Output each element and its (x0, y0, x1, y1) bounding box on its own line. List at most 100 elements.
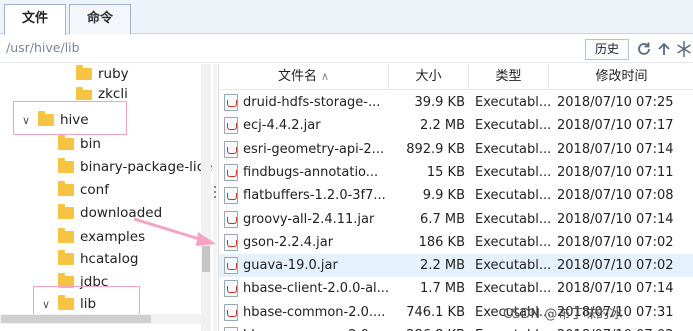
column-header-modified[interactable]: 修改时间 (549, 64, 693, 90)
column-header-label: 类型 (495, 69, 522, 84)
table-row[interactable]: gson-2.2.4.jar 186 KB Executabl... 2018/07/… (219, 231, 693, 254)
file-modified-cell: 2018/07/10 07:25 (557, 95, 674, 110)
scrollbar-thumb[interactable] (1, 315, 151, 323)
folder-icon (58, 181, 74, 196)
tree-horizontal-scrollbar[interactable] (0, 314, 201, 324)
file-name-cell: druid-hdfs-storage-... (243, 95, 381, 110)
scrollbar-thumb[interactable] (202, 246, 210, 272)
file-size-cell: 6.7 MB (420, 211, 465, 227)
tree-vertical-scrollbar[interactable] (201, 64, 211, 331)
jar-file-icon (224, 233, 238, 251)
file-name-cell: hbase-client-2.0.0-al... (243, 281, 389, 297)
watermark: CSDN @布丁味的冰 (503, 307, 623, 322)
jar-file-icon (224, 257, 238, 275)
file-modified-cell: 2018/07/10 07:11 (557, 164, 674, 180)
folder-icon (58, 135, 74, 150)
tab-files[interactable]: 文件 (4, 4, 66, 35)
jar-file-icon (224, 280, 238, 298)
file-type-cell: Executabl... (475, 281, 551, 297)
table-row[interactable]: druid-hdfs-storage-... 39.9 KB Executabl..… (219, 91, 693, 114)
snowflake-icon[interactable] (676, 40, 692, 58)
table-row[interactable]: findbugs-annotatio... 15 KB Executabl... 20… (219, 161, 693, 184)
column-header-label: 修改时间 (595, 69, 648, 84)
tree-item-jdbc[interactable]: jdbc (58, 271, 108, 293)
file-name-cell: hbase-common-2.0.... (243, 304, 386, 320)
folder-icon (58, 295, 74, 310)
file-name-cell: esri-geometry-api-2... (243, 141, 385, 157)
table-row[interactable]: esri-geometry-api-2... 892.9 KB Executabl.… (219, 138, 693, 161)
tab-commands[interactable]: 命令 (69, 4, 131, 34)
file-size-cell: 892.9 KB (406, 141, 465, 157)
jar-file-icon (224, 140, 238, 158)
file-modified-cell: 2018/07/10 07:17 (557, 118, 674, 134)
chevron-down-icon[interactable]: ∨ (20, 114, 32, 127)
column-header-name[interactable]: 文件名 ∧ (219, 64, 389, 90)
column-header-size[interactable]: 大小 (389, 64, 469, 90)
tree-item-binary-package-licenses[interactable]: binary-package-lice (58, 156, 212, 178)
table-row[interactable]: flatbuffers-1.2.0-3f7... 9.9 KB Executabl.… (219, 184, 693, 207)
file-size-cell: 746.1 KB (406, 304, 465, 320)
path-input[interactable]: /usr/hive/lib (6, 40, 80, 55)
file-name-cell: groovy-all-2.4.11.jar (243, 211, 375, 227)
file-modified-cell: 2018/07/10 07:14 (557, 281, 674, 297)
file-modified-cell: 2018/07/10 07:02 (557, 258, 674, 274)
file-name-cell: findbugs-annotatio... (243, 164, 379, 180)
jar-file-icon (224, 210, 238, 228)
table-row[interactable]: hbase-client-2.0.0-al... 1.7 MB Executabl.… (219, 277, 693, 300)
file-modified-cell: 2018/07/10 07:02 (557, 324, 687, 331)
folder-icon (58, 273, 74, 288)
file-type-cell: Executabl... (475, 324, 551, 331)
tree-item-label: bin (80, 136, 101, 152)
jar-file-icon (224, 117, 238, 135)
jar-file-icon (224, 163, 238, 181)
table-row[interactable]: ecj-4.4.2.jar 2.2 MB Executabl... 2018/07/1… (219, 114, 693, 137)
tree-item-label: zkcli (98, 86, 128, 100)
up-arrow-icon[interactable] (656, 41, 672, 57)
sort-ascending-icon: ∧ (320, 70, 330, 83)
table-row[interactable]: groovy-all-2.4.11.jar 6.7 MB Executabl... 2… (219, 208, 693, 231)
file-size-cell: 2.2 MB (420, 118, 465, 134)
table-row[interactable]: guava-19.0.jar 2.2 MB Executabl... 2018/07/… (219, 254, 693, 278)
chevron-down-icon[interactable]: ∨ (40, 298, 52, 311)
splitter-grip (214, 191, 216, 193)
file-name-cell: flatbuffers-1.2.0-3f7... (243, 188, 386, 204)
folder-icon (58, 228, 74, 243)
file-modified-cell: 2018/07/10 07:02 (557, 234, 674, 250)
tree-item-conf[interactable]: conf (58, 179, 109, 201)
splitter-grip (214, 186, 216, 188)
file-modified-cell: 2018/07/10 07:08 (557, 188, 674, 204)
refresh-icon[interactable] (636, 41, 652, 57)
jar-file-icon (224, 94, 238, 111)
tree-item-label: binary-package-lice (80, 159, 213, 175)
tree-item-lib[interactable]: ∨ lib (40, 293, 96, 315)
tree-item-hcatalog[interactable]: hcatalog (58, 248, 138, 270)
tree-item-ruby[interactable]: ruby (76, 64, 129, 85)
pane-splitter[interactable] (213, 64, 217, 331)
history-button[interactable]: 历史 (585, 39, 629, 60)
file-type-cell: Executabl... (475, 141, 551, 157)
jar-file-icon (224, 187, 238, 205)
tab-commands-label: 命令 (86, 11, 113, 26)
folder-icon (76, 87, 92, 100)
table-header: 文件名 ∧ 大小 类型 修改时间 (219, 64, 693, 90)
folder-icon (58, 204, 74, 219)
path-bar: /usr/hive/lib 历史 (0, 35, 693, 63)
tree-item-bin[interactable]: bin (58, 133, 101, 155)
column-header-label: 大小 (415, 69, 442, 84)
tree-item-label: hive (60, 112, 89, 128)
folder-icon (58, 250, 74, 265)
tree-item-label: conf (80, 182, 109, 198)
tab-bar: 文件 命令 (0, 0, 693, 35)
file-list: 文件名 ∧ 大小 类型 修改时间 druid-hdfs-storage-... 39… (218, 64, 693, 331)
file-type-cell: Executabl... (475, 234, 551, 250)
table-row[interactable]: hbase-common-2.0....286.8 KB Executabl...… (219, 324, 693, 331)
file-type-cell: Executabl... (475, 164, 551, 180)
column-header-label: 文件名 (277, 69, 317, 84)
tree-item-zkcli[interactable]: zkcli (76, 86, 128, 100)
file-name-cell: ecj-4.4.2.jar (243, 118, 321, 134)
file-name-cell: guava-19.0.jar (243, 258, 338, 274)
column-header-type[interactable]: 类型 (469, 64, 549, 90)
tree-item-hive[interactable]: ∨ hive (20, 109, 89, 131)
file-type-cell: Executabl... (475, 118, 551, 134)
jar-file-icon (224, 303, 238, 321)
